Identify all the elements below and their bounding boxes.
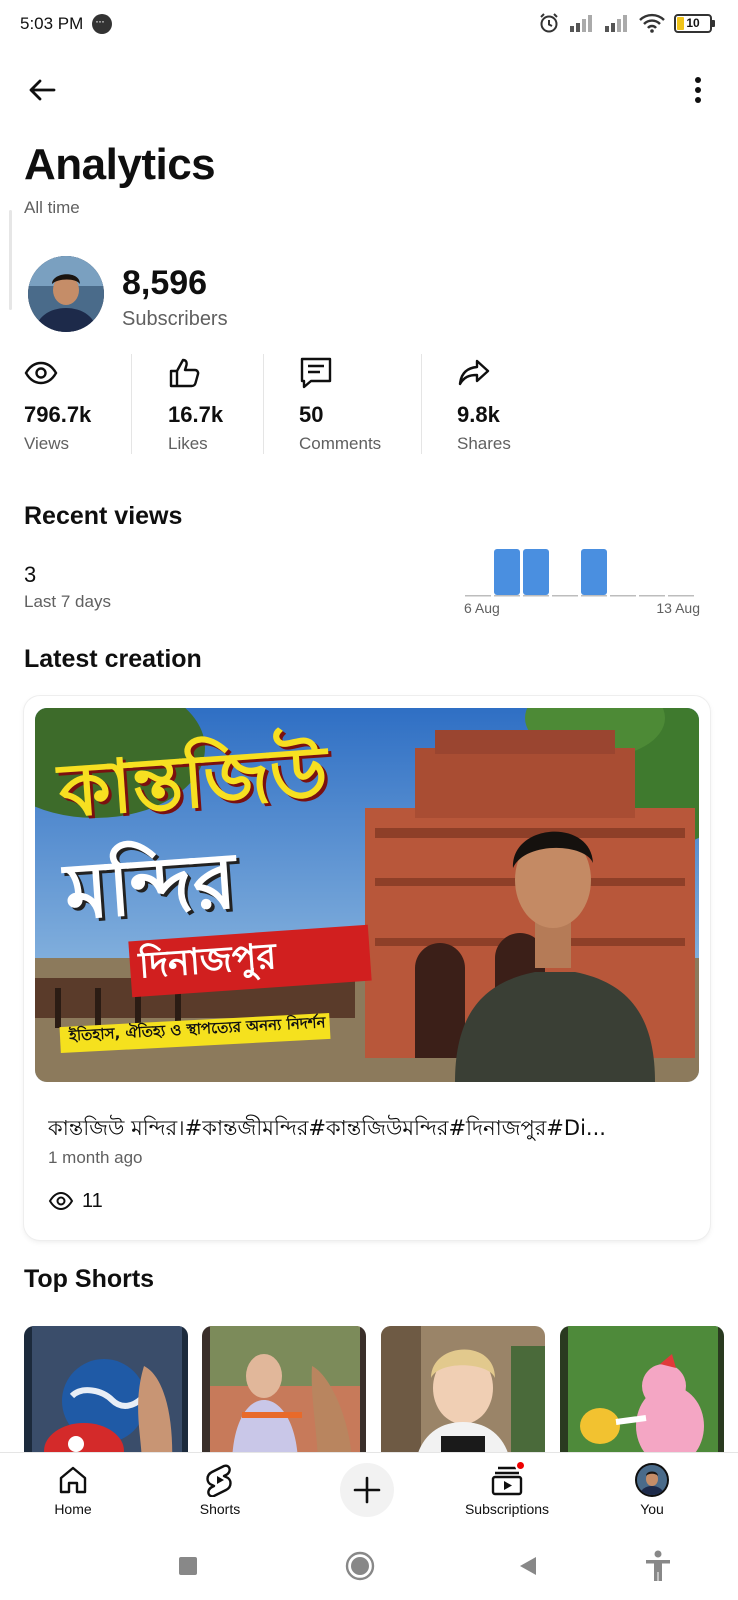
stat-label: Shares [457,434,511,453]
home-system-button[interactable] [340,1546,380,1586]
recent-views-chart[interactable]: 6 Aug 13 Aug [464,545,710,635]
plus-icon [353,1476,381,1504]
triangle-back-icon [520,1557,536,1575]
accessibility-button[interactable] [638,1546,678,1586]
chart-baseline-segment [465,595,491,597]
recent-views-title: Recent views [24,502,183,530]
nav-home[interactable]: Home [48,1453,98,1533]
circle-icon [345,1551,375,1581]
chart-bar-10-aug [581,549,607,595]
subscriber-label: Subscribers [122,308,228,330]
stat-likes[interactable]: 16.7k Likes [168,352,258,462]
chart-baseline-segment [610,595,636,597]
latest-video-card[interactable]: কান্তজিউ মন্দির দিনাজপুর ইতিহাস, ঐতিহ্য … [24,696,710,1240]
nav-label: You [640,1501,664,1517]
top-shorts-row [24,1326,738,1454]
nav-label: Home [54,1501,92,1517]
notification-dot [515,1460,526,1471]
short-thumbnail[interactable] [560,1326,724,1454]
accessibility-icon [646,1550,670,1581]
divider [421,354,422,454]
more-options-button[interactable] [676,68,720,112]
square-icon [179,1557,197,1575]
home-icon [59,1466,87,1494]
stat-comments[interactable]: 50 Comments [299,352,409,462]
stat-value: 50 [299,402,324,427]
channel-avatar[interactable] [28,256,104,332]
video-view-count: 11 [82,1190,103,1212]
comment-icon [300,357,332,389]
chart-bar-7-aug [494,549,520,595]
eye-icon [24,361,58,385]
divider [263,354,264,454]
stat-value: 796.7k [24,402,92,427]
status-bar: 5:03 PM 10 [0,0,738,50]
share-icon [458,359,490,386]
chart-baseline-segment [639,595,665,597]
recents-button[interactable] [168,1546,208,1586]
stat-label: Views [24,434,70,453]
status-icons: 10 [538,12,715,34]
arrow-left-icon [29,79,56,101]
wifi-icon [639,13,665,33]
back-button[interactable] [20,68,64,112]
date-range-label[interactable]: All time [24,198,80,218]
chart-start-label: 6 Aug [464,600,500,616]
stat-shares[interactable]: 9.8k Shares [457,352,557,462]
chart-baseline-segment [581,595,607,597]
bottom-navigation: Home Shorts Subscriptions You [0,1452,738,1532]
nav-subscriptions[interactable]: Subscriptions [462,1453,552,1533]
stat-views[interactable]: 796.7k Views [24,352,124,462]
chart-baseline-segment [668,595,694,597]
scroll-indicator [9,210,12,310]
thumbnail-title-line3: দিনাজপুর [137,936,278,987]
latest-creation-title: Latest creation [24,645,202,673]
eye-icon [48,1191,74,1211]
system-navigation-bar [0,1532,738,1600]
nav-label: Subscriptions [464,1501,550,1517]
divider [131,354,132,454]
nav-shorts[interactable]: Shorts [192,1453,248,1533]
message-notification-icon [92,14,112,34]
alarm-icon [540,13,558,33]
battery-icon: 10 [674,13,715,33]
back-system-button[interactable] [508,1546,548,1586]
signal-icon-2 [605,15,627,32]
chart-baseline-segment [494,595,520,597]
create-button[interactable] [340,1463,394,1517]
chart-baseline-segment [552,595,578,597]
shorts-icon [206,1464,232,1497]
recent-views-count: 3 [24,562,37,587]
signal-icon [570,15,592,32]
short-thumbnail[interactable] [24,1326,188,1454]
stat-label: Comments [299,434,382,453]
short-thumbnail[interactable] [202,1326,366,1454]
nav-label: Shorts [199,1501,241,1517]
stat-label: Likes [168,434,208,453]
battery-level: 10 [686,15,700,30]
recent-views-period: Last 7 days [24,592,111,611]
stat-value: 9.8k [457,402,500,427]
stat-value: 16.7k [168,402,224,427]
chart-baseline-segment [523,595,549,597]
status-time: 5:03 PM [20,14,84,33]
video-title[interactable]: কান্তজিউ মন্দির।#কান্তজীমন্দির#কান্তজিউম… [48,1112,688,1147]
nav-you[interactable]: You [630,1453,674,1533]
video-thumbnail[interactable]: কান্তজিউ মন্দির দিনাজপুর ইতিহাস, ঐতিহ্য … [35,708,699,1082]
avatar [635,1463,669,1497]
subscriber-count: 8,596 [122,264,208,302]
chart-bar-8-aug [523,549,549,595]
page-title: Analytics [24,140,216,189]
more-vertical-icon [695,77,701,103]
chart-end-label: 13 Aug [656,600,700,616]
short-thumbnail[interactable] [381,1326,545,1454]
video-age: 1 month ago [48,1148,143,1167]
thumbs-up-icon [169,358,200,388]
stats-row: 796.7k Views 16.7k Likes 50 Comments 9.8… [0,352,738,462]
top-shorts-title: Top Shorts [24,1265,155,1293]
